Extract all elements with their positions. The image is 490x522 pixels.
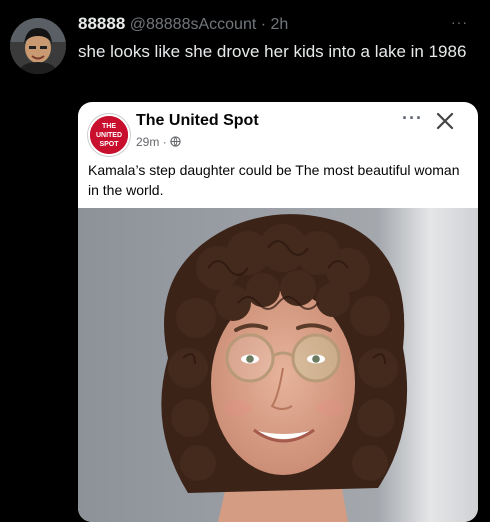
post-caption: Kamala’s step daughter could be The most… [88,162,460,198]
tweet-header: 88888 @88888sAccount · 2h ··· [78,14,470,36]
photo-woman-curly-hair-glasses-icon [78,208,478,522]
tweet-text: she looks like she drove her kids into a… [78,42,467,61]
more-options-icon[interactable]: ··· [451,14,468,30]
post-meta: 29m · [136,135,181,149]
embedded-post-screenshot[interactable]: THE UNITED SPOT The United Spot 29m · ··… [78,102,478,522]
user-avatar[interactable] [10,18,66,74]
post-time[interactable]: 29m [136,135,159,149]
tweet: 88888 @88888sAccount · 2h ··· she looks … [0,0,490,522]
post-photo[interactable] [78,208,478,522]
page-logo: THE UNITED SPOT [88,114,130,156]
display-name[interactable]: 88888 [78,14,125,33]
united-spot-logo-icon: THE UNITED SPOT [90,116,128,154]
separator-dot: · [260,16,267,33]
meta-separator: · [162,135,167,149]
post-more-icon[interactable]: ··· [402,108,423,129]
avatar-icon [10,18,66,74]
logo-line-3: SPOT [99,141,119,148]
user-handle[interactable]: @88888sAccount [130,16,257,33]
logo-line-2: UNITED [96,132,122,139]
logo-line-1: THE [102,123,116,130]
page-name[interactable]: The United Spot [136,112,259,130]
tweet-timestamp[interactable]: 2h [271,16,289,33]
close-icon[interactable] [432,108,458,134]
globe-icon [170,136,181,147]
